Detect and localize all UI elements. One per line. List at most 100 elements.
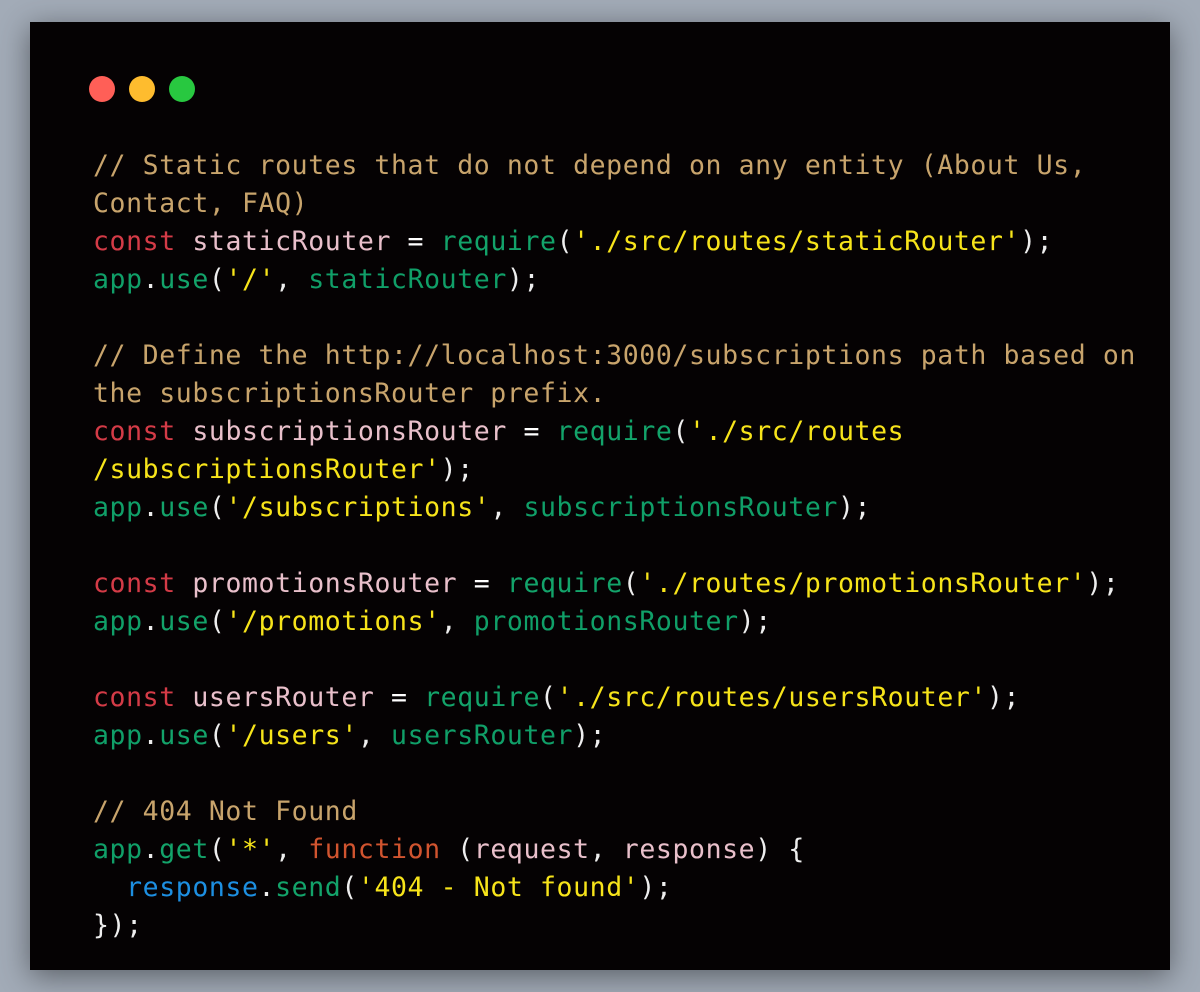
code-token-punct: ( <box>208 264 226 295</box>
code-token-punct: ( <box>208 720 226 751</box>
close-button[interactable] <box>89 76 115 102</box>
code-token-punct <box>93 872 126 903</box>
code-token-punct: ( <box>341 872 358 903</box>
code-token-punct: ); <box>987 682 1021 713</box>
code-token-punct: . <box>142 492 160 523</box>
code-token-special-var: response <box>126 872 259 903</box>
code-token-punct: . <box>142 264 160 295</box>
code-token-object: app <box>93 606 143 637</box>
code-token-object: subscriptionsRouter <box>523 492 838 523</box>
code-token-punct <box>176 226 193 257</box>
code-token-punct: , <box>357 720 392 751</box>
code-token-string: '/promotions' <box>225 606 441 637</box>
code-token-punct: ); <box>838 492 872 523</box>
code-line: Contact, FAQ) <box>93 185 1136 223</box>
minimize-button[interactable] <box>129 76 155 102</box>
code-line: app.get('*', function (request, response… <box>93 831 1136 869</box>
code-line: // Define the http://localhost:3000/subs… <box>93 337 1136 375</box>
code-token-punct: , <box>275 264 309 295</box>
code-token-punct: ( <box>556 226 574 257</box>
code-token-string: './src/routes/staticRouter' <box>573 226 1021 257</box>
code-token-punct: , <box>440 606 474 637</box>
code-line: app.use('/subscriptions', subscriptionsR… <box>93 489 1136 527</box>
code-token-punct: ( <box>622 568 640 599</box>
code-token-string: './src/routes/usersRouter' <box>556 682 987 713</box>
maximize-button[interactable] <box>169 76 195 102</box>
code-token-punct: ); <box>440 454 474 485</box>
code-token-call: require <box>506 568 623 599</box>
code-block: // Static routes that do not depend on a… <box>93 147 1136 945</box>
code-token-object: app <box>93 264 143 295</box>
code-token-punct: ); <box>1086 568 1120 599</box>
code-token-call: require <box>556 416 673 447</box>
code-token-operator: = <box>391 226 441 257</box>
code-token-comment: // Static routes that do not depend on a… <box>93 150 1087 181</box>
code-token-operator: = <box>506 416 557 447</box>
code-line: const subscriptionsRouter = require('./s… <box>93 413 1136 451</box>
code-token-punct <box>176 416 193 447</box>
code-token-object: usersRouter <box>391 720 574 751</box>
code-token-keyword: const <box>93 416 176 447</box>
code-token-punct: ); <box>1020 226 1054 257</box>
code-token-object: app <box>93 834 143 865</box>
code-line: const staticRouter = require('./src/rout… <box>93 223 1136 261</box>
code-token-keyword: const <box>93 682 176 713</box>
code-token-punct: }); <box>93 910 143 941</box>
code-token-object: staticRouter <box>308 264 507 295</box>
code-token-string: '/' <box>225 264 276 295</box>
code-line: const promotionsRouter = require('./rout… <box>93 565 1136 603</box>
code-token-variable: request <box>473 834 590 865</box>
code-token-string: /subscriptionsRouter' <box>93 454 441 485</box>
code-token-call: use <box>159 264 209 295</box>
code-line: app.use('/users', usersRouter); <box>93 717 1136 755</box>
code-token-comment: // Define the http://localhost:3000/subs… <box>93 340 1136 371</box>
code-token-object: promotionsRouter <box>473 606 739 637</box>
code-line: // 404 Not Found <box>93 793 1136 831</box>
code-line: const usersRouter = require('./src/route… <box>93 679 1136 717</box>
code-token-call: get <box>159 834 209 865</box>
code-token-call: use <box>159 720 209 751</box>
code-token-punct: ); <box>506 264 541 295</box>
code-token-variable: staticRouter <box>192 226 391 257</box>
code-token-fn-keyword: function <box>308 834 441 865</box>
code-token-punct <box>176 568 193 599</box>
code-line: app.use('/promotions', promotionsRouter)… <box>93 603 1136 641</box>
code-token-string: '*' <box>225 834 276 865</box>
code-token-punct: . <box>142 720 160 751</box>
code-token-punct: ( <box>672 416 690 447</box>
code-token-comment: // 404 Not Found <box>93 796 358 827</box>
window-controls <box>89 76 195 102</box>
code-token-call: require <box>440 226 557 257</box>
code-token-operator: = <box>374 682 425 713</box>
code-token-punct: . <box>142 606 160 637</box>
code-token-operator: = <box>457 568 507 599</box>
code-line: response.send('404 - Not found'); <box>93 869 1136 907</box>
code-token-string: './src/routes <box>689 416 905 447</box>
code-token-call: use <box>159 492 209 523</box>
code-token-variable: usersRouter <box>192 682 375 713</box>
code-line: the subscriptionsRouter prefix. <box>93 375 1136 413</box>
code-token-call: require <box>424 682 541 713</box>
code-token-call: use <box>159 606 209 637</box>
code-token-punct: ); <box>639 872 673 903</box>
code-line: // Static routes that do not depend on a… <box>93 147 1136 185</box>
code-token-punct: , <box>275 834 309 865</box>
code-token-string: '/users' <box>225 720 358 751</box>
code-token-call: send <box>275 872 342 903</box>
code-token-punct: ( <box>440 834 474 865</box>
code-token-punct: , <box>490 492 524 523</box>
code-token-object: app <box>93 720 143 751</box>
code-token-variable: response <box>622 834 756 865</box>
code-token-punct: ( <box>208 606 226 637</box>
code-token-comment: the subscriptionsRouter prefix. <box>93 378 607 409</box>
code-token-punct: ); <box>738 606 772 637</box>
code-line: app.use('/', staticRouter); <box>93 261 1136 299</box>
code-token-object: app <box>93 492 143 523</box>
code-token-variable: promotionsRouter <box>192 568 458 599</box>
code-token-punct: ( <box>208 492 226 523</box>
code-token-string: './routes/promotionsRouter' <box>639 568 1087 599</box>
code-token-keyword: const <box>93 568 176 599</box>
